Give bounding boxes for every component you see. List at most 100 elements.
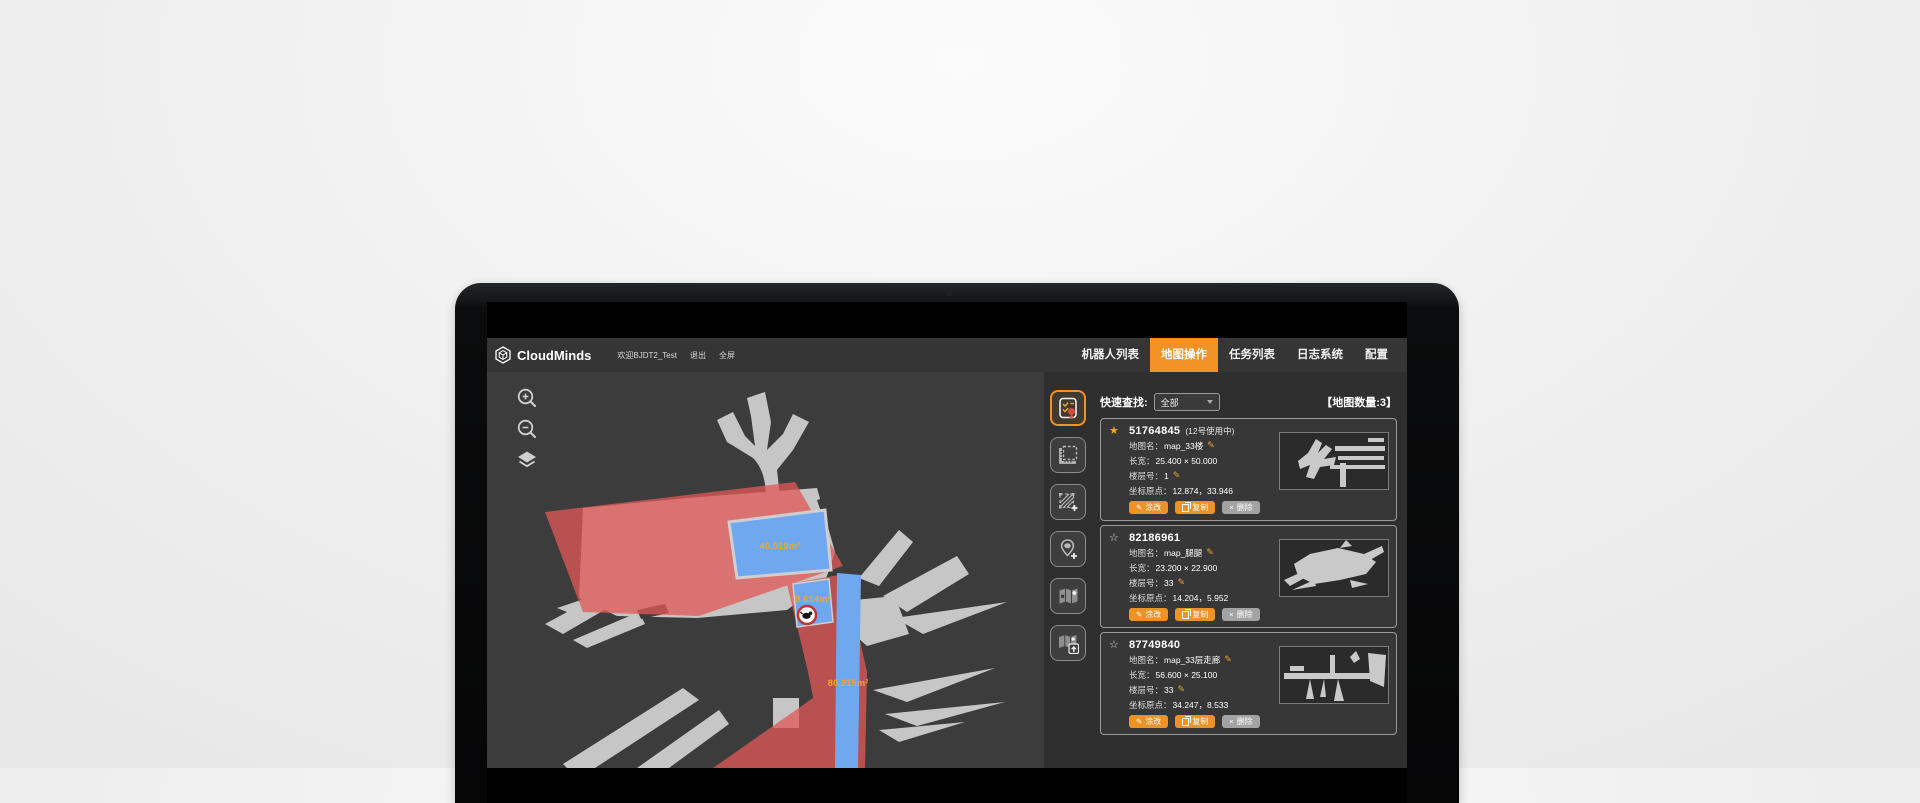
map-count: 【地图数量:3】 [1321,394,1397,410]
map-canvas[interactable]: 40.519m² 8.614m² 80.215m² [487,372,1044,768]
fullscreen-link[interactable]: 全屏 [719,350,735,361]
edit-pencil-icon[interactable]: ✎ [1207,440,1215,451]
map-size-value: 25.400 × 50.000 [1156,456,1218,466]
chevron-down-icon [1207,400,1213,404]
copy-icon [1182,718,1189,726]
map-card: ★ 51764845 (12号使用中) 地图名： map_33楼 ✎ 长宽： 2… [1100,418,1397,521]
tab-log-system[interactable]: 日志系统 [1286,338,1354,372]
favorite-star-icon[interactable]: ☆ [1109,531,1124,544]
map-name-value: map_33层走廊 [1164,654,1220,666]
map-upload-icon[interactable] [1050,625,1086,661]
pencil-icon: ✎ [1136,718,1142,726]
panel-header: 快速查找: 全部 【地图数量:3】 [1100,392,1397,412]
delete-icon: × [1229,504,1233,512]
edit-map-button[interactable]: ✎ 涂改 [1129,715,1168,728]
floor-value: 33 [1164,578,1173,588]
origin-value: 14.204，5.952 [1173,592,1229,604]
map-tools [1050,390,1090,672]
session-links: 欢迎BJDT2_Test 退出 全屏 [617,350,735,361]
map-size-value: 56.600 × 25.100 [1156,670,1218,680]
field-label: 楼层号： [1129,470,1163,482]
area-label-3: 80.215m² [828,678,869,689]
logout-link[interactable]: 退出 [690,350,706,361]
map-id: 87749840 [1129,639,1180,651]
map-id: 51764845 [1129,425,1180,437]
map-name-value: map_33楼 [1164,440,1203,452]
field-label: 坐标原点： [1129,699,1172,711]
webcam-dot [947,291,952,296]
tab-config[interactable]: 配置 [1354,338,1399,372]
pencil-icon: ✎ [1136,611,1142,619]
zoom-out-button[interactable] [515,417,539,441]
tab-map-operation[interactable]: 地图操作 [1150,338,1218,372]
main-tabs: 机器人列表 地图操作 任务列表 日志系统 配置 [1071,338,1400,372]
map-name-value: map_腿腿 [1164,547,1202,559]
delete-map-button[interactable]: × 删除 [1222,608,1259,621]
add-pin-icon[interactable] [1050,531,1086,567]
robot-position-marker[interactable] [798,606,816,624]
floor-value: 33 [1164,685,1173,695]
map-card: ☆ 82186961 地图名： map_腿腿 ✎ 长宽： 23.200 × 22… [1100,525,1397,628]
quick-find-label: 快速查找: [1100,394,1148,410]
area-label-2: 8.614m² [795,594,830,605]
copy-map-button[interactable]: 复制 [1175,608,1215,621]
field-label: 楼层号： [1129,577,1163,589]
field-label: 地图名： [1129,654,1163,666]
field-label: 地图名： [1129,440,1163,452]
pencil-icon: ✎ [1136,504,1142,512]
field-label: 地图名： [1129,547,1163,559]
copy-icon [1182,504,1189,512]
checklist-pin-icon[interactable] [1050,390,1086,426]
map-filter-value: 全部 [1161,396,1207,409]
field-label: 坐标原点： [1129,485,1172,497]
map-card: ☆ 87749840 地图名： map_33层走廊 ✎ 长宽： 56.600 ×… [1100,632,1397,735]
favorite-star-icon[interactable]: ☆ [1109,638,1124,651]
cloudminds-logo-icon [494,346,512,364]
edit-pencil-icon[interactable]: ✎ [1173,470,1181,481]
copy-map-button[interactable]: 复制 [1175,715,1215,728]
zoom-in-button[interactable] [515,386,539,410]
field-label: 长宽： [1129,562,1155,574]
delete-icon: × [1229,718,1233,726]
laptop-frame: CloudMinds 欢迎BJDT2_Test 退出 全屏 机器人列表 地图操作… [455,283,1459,803]
delete-icon: × [1229,611,1233,619]
field-label: 长宽： [1129,669,1155,681]
edit-pencil-icon[interactable]: ✎ [1206,547,1214,558]
map-card-list: ★ 51764845 (12号使用中) 地图名： map_33楼 ✎ 长宽： 2… [1100,418,1397,735]
field-label: 楼层号： [1129,684,1163,696]
brand-title: CloudMinds [517,348,591,363]
map-controls [515,386,539,472]
tab-robot-list[interactable]: 机器人列表 [1071,338,1151,372]
field-label: 长宽： [1129,455,1155,467]
map-thumbnail [1279,539,1389,597]
measure-area-icon[interactable] [1050,437,1086,473]
edit-pencil-icon[interactable]: ✎ [1224,654,1232,665]
map-filter-select[interactable]: 全部 [1154,393,1220,411]
floor-value: 1 [1164,471,1169,481]
brand: CloudMinds [494,346,591,364]
area-label-1: 40.519m² [760,541,801,552]
map-thumbnail [1279,432,1389,490]
laptop-screen: CloudMinds 欢迎BJDT2_Test 退出 全屏 机器人列表 地图操作… [487,302,1407,803]
tab-task-list[interactable]: 任务列表 [1218,338,1286,372]
edit-map-button[interactable]: ✎ 涂改 [1129,608,1168,621]
delete-map-button[interactable]: × 删除 [1222,715,1259,728]
occupancy-map: 40.519m² 8.614m² 80.215m² [487,372,1044,768]
edit-map-button[interactable]: ✎ 涂改 [1129,501,1168,514]
copy-icon [1182,611,1189,619]
favorite-star-icon[interactable]: ★ [1109,424,1124,437]
map-thumbnail [1279,646,1389,704]
main-content: 40.519m² 8.614m² 80.215m² [487,372,1407,768]
edit-pencil-icon[interactable]: ✎ [1177,684,1185,695]
welcome-text: 欢迎BJDT2_Test [617,350,677,361]
copy-map-button[interactable]: 复制 [1175,501,1215,514]
delete-map-button[interactable]: × 删除 [1222,501,1259,514]
map-list-panel: 快速查找: 全部 【地图数量:3】 ★ 51764845 (12号使用中) [1044,372,1407,768]
add-zone-icon[interactable] [1050,484,1086,520]
map-annotate-icon[interactable] [1050,578,1086,614]
map-size-value: 23.200 × 22.900 [1156,563,1218,573]
layers-button[interactable] [515,448,539,472]
field-label: 坐标原点： [1129,592,1172,604]
origin-value: 12.874，33.946 [1173,485,1234,497]
edit-pencil-icon[interactable]: ✎ [1177,577,1185,588]
